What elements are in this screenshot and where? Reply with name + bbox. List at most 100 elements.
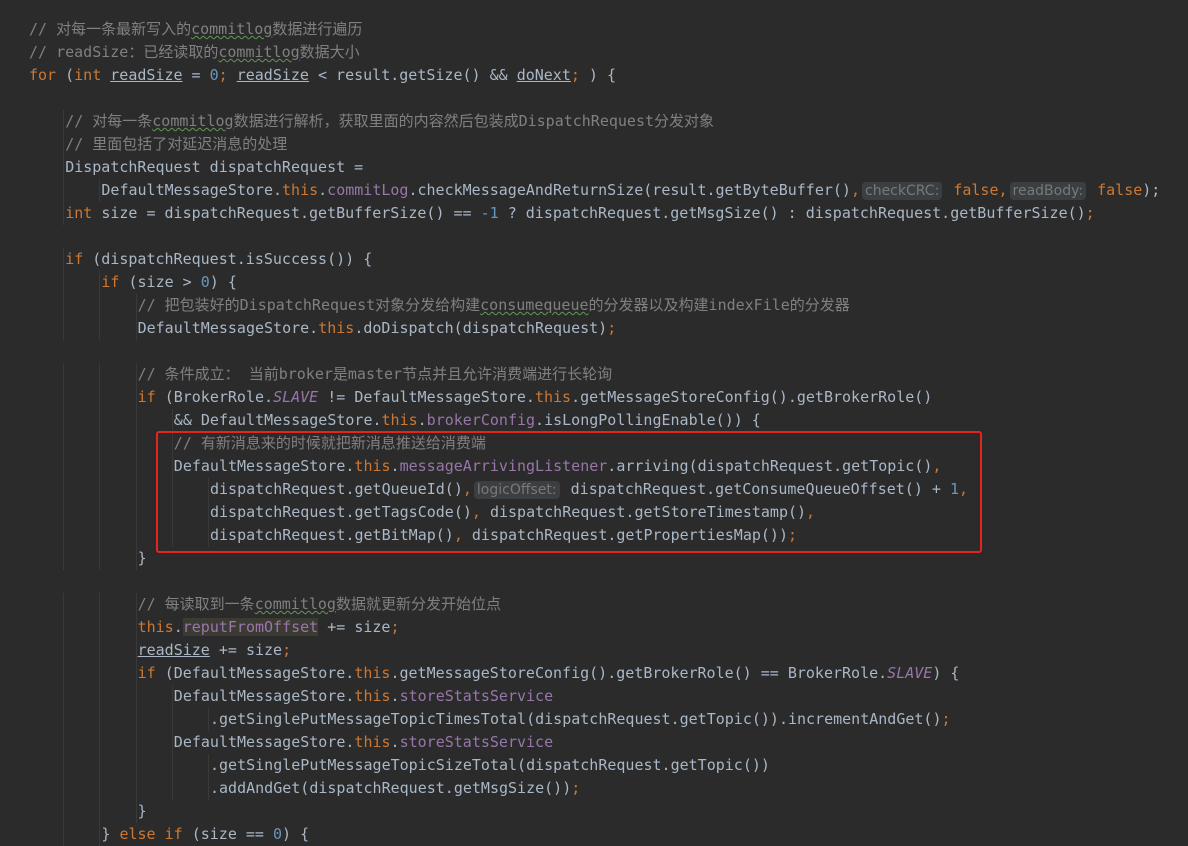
- code-line: this.reputFromOffset += size;: [29, 616, 1188, 639]
- indent-guide: [63, 616, 65, 639]
- code-line: // 对每一条最新写入的commitlog数据进行遍历: [29, 18, 1188, 41]
- indent-guide: [135, 662, 137, 685]
- indent-guide: [99, 317, 101, 340]
- indent-guide: [63, 593, 65, 616]
- code-token: doNext: [516, 66, 571, 84]
- indent-guide: [171, 754, 173, 777]
- code-line: // 对每一条commitlog数据进行解析，获取里面的内容然后包装成Dispa…: [29, 110, 1188, 133]
- code-token: this: [534, 388, 572, 406]
- indent-guide: [63, 708, 65, 731]
- indent-guide: [135, 754, 137, 777]
- indent-guide: [208, 777, 209, 800]
- indent-guide: [99, 524, 101, 547]
- code-token: storeStatsService: [399, 687, 554, 705]
- code-token: false: [1088, 181, 1143, 199]
- indent-guide: [63, 133, 65, 156]
- code-token: .doDispatch(dispatchRequest): [354, 319, 608, 337]
- code-token: .isLongPollingEnable()) {: [535, 411, 761, 429]
- code-line: if (DefaultMessageStore.this.getMessageS…: [29, 662, 1188, 685]
- indent-guide: [99, 731, 101, 754]
- code-token: }: [101, 825, 120, 843]
- indent-guide: [63, 248, 65, 271]
- code-token: 0: [272, 825, 283, 843]
- code-line: DispatchRequest dispatchRequest =: [29, 156, 1188, 179]
- code-token: }: [137, 549, 147, 567]
- code-token: (: [56, 66, 75, 84]
- code-token: DefaultMessageStore.: [137, 319, 319, 337]
- indent-guide: [99, 271, 101, 294]
- code-line: if (dispatchRequest.isSuccess()) {: [29, 248, 1188, 271]
- code-token: SLAVE: [887, 664, 933, 682]
- indent-guide: [63, 432, 65, 455]
- indent-guide: [135, 639, 137, 662]
- code-token: commitlog: [191, 20, 273, 38]
- indent-guide: [135, 593, 137, 616]
- indent-guide: [135, 317, 137, 340]
- code-token: readSize: [110, 66, 183, 84]
- code-token: // 里面包括了对延迟消息的处理: [65, 135, 288, 153]
- code-token: 数据大小: [299, 43, 360, 61]
- code-token: += size: [209, 641, 283, 659]
- code-token: consumequeue: [480, 296, 589, 314]
- indent-guide: [63, 363, 65, 386]
- code-token: ;: [282, 641, 292, 659]
- code-token: ;: [218, 66, 228, 84]
- indent-guide: [99, 593, 101, 616]
- indent-guide: [135, 731, 137, 754]
- code-token: ) {: [932, 664, 960, 682]
- code-token: this: [354, 733, 391, 751]
- code-token: if: [137, 388, 165, 406]
- code-token: readSize: [236, 66, 309, 84]
- indent-guide: [99, 708, 101, 731]
- code-line: // 条件成立： 当前broker是master节点并且允许消费端进行长轮询: [29, 363, 1188, 386]
- code-token: ) {: [209, 273, 237, 291]
- code-token: 的分发器以及构建indexFile的分发器: [588, 296, 850, 314]
- code-line: // 里面包括了对延迟消息的处理: [29, 133, 1188, 156]
- indent-guide: [208, 708, 209, 731]
- indent-guide: [135, 386, 137, 409]
- indent-guide: [135, 685, 137, 708]
- code-line: if (size > 0) {: [29, 271, 1188, 294]
- code-token: (DefaultMessageStore.: [164, 664, 355, 682]
- code-token: // 把包装好的DispatchRequest对象分发给构建: [137, 296, 481, 314]
- parameter-hint: readBody:: [1009, 182, 1087, 200]
- code-token: this: [282, 181, 319, 199]
- indent-guide: [63, 110, 65, 133]
- code-line: // 把包装好的DispatchRequest对象分发给构建consumeque…: [29, 294, 1188, 317]
- indent-guide: [63, 317, 65, 340]
- code-line: DefaultMessageStore.this.storeStatsServi…: [29, 685, 1188, 708]
- indent-guide: [63, 501, 65, 524]
- indent-guide: [171, 685, 173, 708]
- code-token: this: [354, 687, 391, 705]
- indent-guide: [63, 271, 65, 294]
- code-token: // readSize：: [29, 43, 144, 61]
- indent-guide: [63, 386, 65, 409]
- code-token: != DefaultMessageStore.: [318, 388, 535, 406]
- indent-guide: [63, 777, 65, 800]
- code-token: =: [182, 66, 210, 84]
- code-token: commitlog: [254, 595, 336, 613]
- code-token: ;: [390, 618, 400, 636]
- code-token: 数据进行遍历: [272, 20, 363, 38]
- code-token: DefaultMessageStore.: [173, 687, 355, 705]
- code-line: // 每读取到一条commitlog数据就更新分发开始位点: [29, 593, 1188, 616]
- indent-guide: [99, 432, 101, 455]
- code-editor[interactable]: // 对每一条最新写入的commitlog数据进行遍历// readSize：已…: [0, 0, 1188, 846]
- code-token: .getSinglePutMessageTopicSizeTotal(dispa…: [210, 756, 770, 774]
- code-token: );: [1142, 181, 1161, 199]
- code-line: && DefaultMessageStore.this.brokerConfig…: [29, 409, 1188, 432]
- indent-guide: [99, 800, 101, 823]
- indent-guide: [135, 478, 137, 501]
- indent-guide: [135, 432, 137, 455]
- indent-guide: [135, 501, 137, 524]
- code-token: this: [381, 411, 418, 429]
- code-token: 数据就更新分发开始位点: [335, 595, 501, 613]
- code-line: .addAndGet(dispatchRequest.getMsgSize())…: [29, 777, 1188, 800]
- code-line: DefaultMessageStore.this.commitLog.check…: [29, 179, 1188, 202]
- indent-guide: [63, 478, 65, 501]
- code-token: ,: [850, 181, 860, 199]
- code-token: // 条件成立： 当前broker是master节点并且允许消费端进行长轮询: [137, 365, 613, 383]
- indent-guide: [99, 685, 101, 708]
- code-token: ;: [941, 710, 951, 728]
